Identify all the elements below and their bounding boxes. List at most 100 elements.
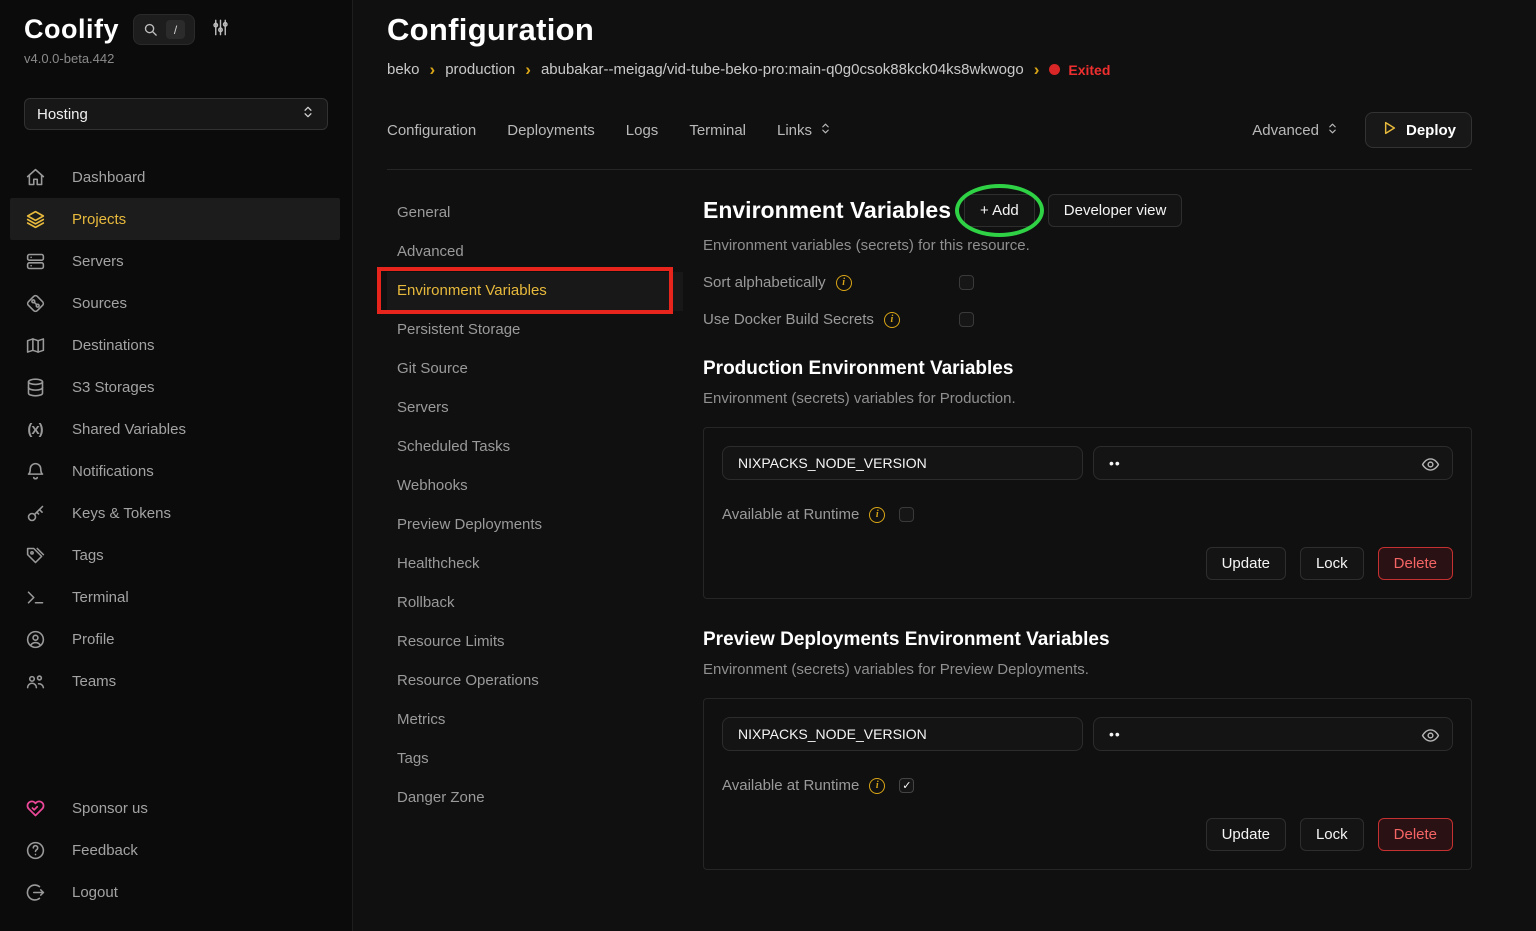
sort-alphabetically-label: Sort alphabetically [703,274,826,291]
map-icon [24,334,46,356]
update-button[interactable]: Update [1206,818,1286,851]
docker-build-secrets-checkbox[interactable] [959,312,974,327]
variable-icon: (x) [24,418,46,440]
sidebar-bottom: Sponsor us Feedback Logout [10,787,340,917]
breadcrumb-project[interactable]: beko [387,61,420,78]
info-icon: i [869,778,885,794]
page-title: Configuration [387,12,1472,48]
env-value-input[interactable]: •• [1093,446,1453,480]
subnav-environment-variables[interactable]: Environment Variables [387,272,683,311]
tab-terminal[interactable]: Terminal [689,122,746,139]
developer-view-button[interactable]: Developer view [1048,194,1183,227]
available-at-runtime-checkbox[interactable] [899,507,914,522]
app-version: v4.0.0-beta.442 [24,51,340,66]
search-button[interactable]: / [133,14,195,45]
subnav-advanced[interactable]: Advanced [387,233,683,272]
help-circle-icon [24,839,46,861]
sidebar-item-s3-storages[interactable]: S3 Storages [10,366,340,408]
breadcrumb-chevron-icon: › [525,61,531,78]
subnav-resource-operations[interactable]: Resource Operations [387,662,683,701]
subnav-general[interactable]: General [387,194,683,233]
tab-logs[interactable]: Logs [626,122,659,139]
sidebar-item-notifications[interactable]: Notifications [10,450,340,492]
lock-button[interactable]: Lock [1300,818,1364,851]
team-select[interactable]: Hosting [24,98,328,130]
subnav-rollback[interactable]: Rollback [387,584,683,623]
sidebar-item-dashboard[interactable]: Dashboard [10,156,340,198]
subnav-persistent-storage[interactable]: Persistent Storage [387,311,683,350]
sidebar-item-label: Sponsor us [72,800,148,817]
env-name-input[interactable]: NIXPACKS_NODE_VERSION [722,446,1083,480]
subnav-healthcheck[interactable]: Healthcheck [387,545,683,584]
tab-links[interactable]: Links [777,122,832,139]
sidebar-item-label: Dashboard [72,169,145,186]
delete-button[interactable]: Delete [1378,547,1453,580]
production-env-var-card: NIXPACKS_NODE_VERSION •• Available at Ru… [703,427,1472,599]
terminal-icon [24,586,46,608]
git-icon [24,292,46,314]
sidebar-item-label: Servers [72,253,124,270]
subnav-scheduled-tasks[interactable]: Scheduled Tasks [387,428,683,467]
available-at-runtime-checkbox[interactable]: ✓ [899,778,914,793]
breadcrumb-environment[interactable]: production [445,61,515,78]
sidebar-item-keys-tokens[interactable]: Keys & Tokens [10,492,340,534]
tab-deployments[interactable]: Deployments [507,122,595,139]
subnav-resource-limits[interactable]: Resource Limits [387,623,683,662]
sidebar-item-profile[interactable]: Profile [10,618,340,660]
deploy-button[interactable]: Deploy [1365,112,1472,148]
sliders-icon [211,18,230,42]
sidebar-item-logout[interactable]: Logout [10,871,340,913]
breadcrumb-resource[interactable]: abubakar--meigag/vid-tube-beko-pro:main-… [541,61,1024,78]
sidebar-item-terminal[interactable]: Terminal [10,576,340,618]
subnav-git-source[interactable]: Git Source [387,350,683,389]
breadcrumb-chevron-icon: › [1034,61,1040,78]
sidebar-item-label: Projects [72,211,126,228]
sidebar-item-teams[interactable]: Teams [10,660,340,702]
sidebar-item-servers[interactable]: Servers [10,240,340,282]
delete-button[interactable]: Delete [1378,818,1453,851]
sidebar-item-label: Feedback [72,842,138,859]
tabs-row: Configuration Deployments Logs Terminal … [387,112,1472,148]
sidebar-nav: Dashboard Projects Servers Sources Desti… [10,156,340,702]
env-value-input[interactable]: •• [1093,717,1453,751]
sidebar-item-sponsor-us[interactable]: Sponsor us [10,787,340,829]
sidebar-item-feedback[interactable]: Feedback [10,829,340,871]
settings-sliders-button[interactable] [211,18,230,42]
preview-subtitle: Environment (secrets) variables for Prev… [703,661,1472,678]
sidebar-item-shared-variables[interactable]: (x) Shared Variables [10,408,340,450]
lock-button[interactable]: Lock [1300,547,1364,580]
sidebar-item-sources[interactable]: Sources [10,282,340,324]
advanced-dropdown[interactable]: Advanced [1252,122,1339,139]
play-icon [1381,120,1397,140]
sidebar-item-label: Tags [72,547,104,564]
sidebar-item-projects[interactable]: Projects [10,198,340,240]
eye-icon[interactable] [1421,455,1440,477]
eye-icon[interactable] [1421,726,1440,748]
subnav-servers[interactable]: Servers [387,389,683,428]
team-select-value: Hosting [37,106,88,123]
deploy-button-label: Deploy [1406,122,1456,139]
sidebar-item-tags[interactable]: Tags [10,534,340,576]
tag-icon [24,544,46,566]
tab-configuration[interactable]: Configuration [387,122,476,139]
sidebar-item-destinations[interactable]: Destinations [10,324,340,366]
tabs-divider [387,169,1472,170]
subnav-webhooks[interactable]: Webhooks [387,467,683,506]
subnav-tags[interactable]: Tags [387,740,683,779]
production-subtitle: Environment (secrets) variables for Prod… [703,390,1472,407]
subnav-metrics[interactable]: Metrics [387,701,683,740]
sort-alphabetically-checkbox[interactable] [959,275,974,290]
production-heading: Production Environment Variables [703,358,1472,380]
env-name-input[interactable]: NIXPACKS_NODE_VERSION [722,717,1083,751]
sidebar-item-label: Shared Variables [72,421,186,438]
info-icon: i [836,275,852,291]
subnav-danger-zone[interactable]: Danger Zone [387,779,683,818]
chevron-updown-icon [819,122,832,139]
users-icon [24,670,46,692]
subnav-preview-deployments[interactable]: Preview Deployments [387,506,683,545]
home-icon [24,166,46,188]
add-env-var-button[interactable]: + Add [964,194,1035,227]
bell-icon [24,460,46,482]
update-button[interactable]: Update [1206,547,1286,580]
breadcrumb-chevron-icon: › [430,61,436,78]
